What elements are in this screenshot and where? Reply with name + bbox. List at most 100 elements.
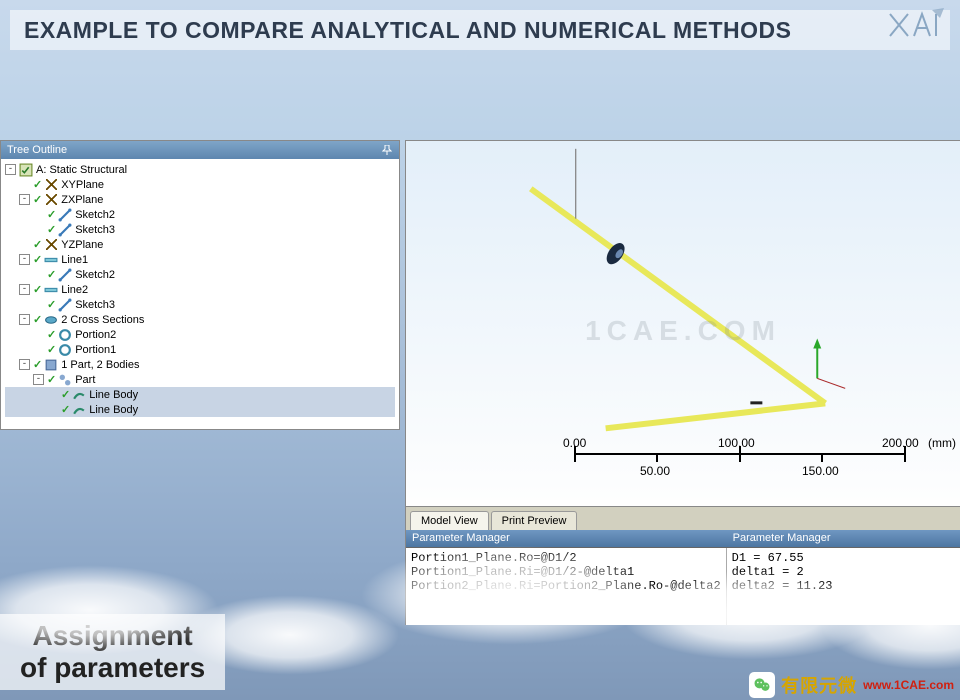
tree-item-cross-sections[interactable]: - ✓ 2 Cross Sections [5,312,395,327]
sketch-icon [58,268,72,281]
plane-icon [44,238,58,251]
tree-item-portion1[interactable]: ✓ Portion1 [5,342,395,357]
tree-outline-body[interactable]: - A: Static Structural ✓ XYPlane - ✓ ZXP… [1,159,399,429]
sketch-icon [58,223,72,236]
3d-viewport[interactable]: 1CAE.COM 0.00 100.00 200.00 (mm) 50.00 1… [405,140,960,506]
tree-label: A: Static Structural [36,164,127,176]
footer-url: www.1CAE.com [863,678,954,692]
check-icon: ✓ [47,268,56,281]
sketch-icon [58,298,72,311]
tree-label: Part [75,374,95,386]
portion-icon [58,343,72,356]
tree-label: Line Body [89,404,138,416]
parameter-manager-body-left[interactable]: Portion1_Plane.Ro=@D1/2 Portion1_Plane.R… [406,548,727,625]
check-icon: ✓ [33,283,42,296]
parameter-manager-left: Parameter Manager Portion1_Plane.Ro=@D1/… [406,530,727,625]
expander-icon[interactable]: - [19,314,30,325]
sketch-icon [58,208,72,221]
tree-item-yzplane[interactable]: ✓ YZPlane [5,237,395,252]
check-icon: ✓ [33,193,42,206]
tree-item-portion2[interactable]: ✓ Portion2 [5,327,395,342]
parameter-manager-row: Parameter Manager Portion1_Plane.Ro=@D1/… [405,530,960,625]
tree-label: Line1 [61,254,88,266]
tree-outline-panel: Tree Outline - A: Static Structural ✓ XY… [0,140,400,430]
cross-section-icon [44,313,58,326]
caption-line1: Assignment [20,620,205,652]
scale-tick: 50.00 [640,464,670,478]
viewport-tabstrip: Model View Print Preview [405,506,960,530]
check-icon: ✓ [47,208,56,221]
expander-icon[interactable]: - [19,194,30,205]
check-icon: ✓ [47,373,56,386]
check-icon: ✓ [61,403,70,416]
part-icon [44,358,58,371]
check-icon: ✓ [33,253,42,266]
part-icon [58,373,72,386]
check-icon: ✓ [47,298,56,311]
tree-item-linebody-1[interactable]: ✓ Line Body [5,387,395,402]
check-icon: ✓ [33,178,42,191]
expander-icon[interactable]: - [19,359,30,370]
tree-label: Line2 [61,284,88,296]
pin-icon[interactable] [381,144,393,156]
scale-unit: (mm) [928,436,956,450]
scale-bar: 0.00 100.00 200.00 (mm) 50.00 150.00 [560,436,930,486]
parameter-manager-body-right[interactable]: D1 = 67.55 delta1 = 2 delta2 = 11.23 [727,548,960,625]
body-icon [72,388,86,401]
tree-item-xyplane[interactable]: ✓ XYPlane [5,177,395,192]
check-icon: ✓ [33,358,42,371]
portion-icon [58,328,72,341]
slide-caption: Assignment of parameters [0,614,225,690]
tree-item-line2-sketch[interactable]: ✓ Sketch3 [5,297,395,312]
tree-label: 1 Part, 2 Bodies [61,359,139,371]
slide-title-banner: EXAMPLE TO COMPARE ANALYTICAL AND NUMERI… [10,10,950,50]
structural-icon [19,163,33,176]
check-icon: ✓ [61,388,70,401]
parameter-manager-header: Parameter Manager [727,530,960,548]
plane-icon [44,178,58,191]
tree-label: Sketch2 [75,269,115,281]
tree-item-line2[interactable]: - ✓ Line2 [5,282,395,297]
tree-outline-header: Tree Outline [1,141,399,159]
logo-xai [886,6,946,44]
wechat-icon [749,672,775,698]
check-icon: ✓ [47,328,56,341]
body-icon [72,403,86,416]
expander-icon[interactable]: - [33,374,44,385]
tree-label: Portion2 [75,329,116,341]
tree-item-zxplane[interactable]: - ✓ ZXPlane [5,192,395,207]
tree-label: XYPlane [61,179,104,191]
tab-model-view[interactable]: Model View [410,511,489,530]
check-icon: ✓ [33,313,42,326]
parameter-manager-right: Parameter Manager D1 = 67.55 delta1 = 2 … [727,530,960,625]
caption-line2: of parameters [20,652,205,684]
tree-label: YZPlane [61,239,103,251]
tree-item-part-bodies[interactable]: - ✓ 1 Part, 2 Bodies [5,357,395,372]
tree-label: Sketch3 [75,224,115,236]
tree-item-line1[interactable]: - ✓ Line1 [5,252,395,267]
tree-label: 2 Cross Sections [61,314,144,326]
check-icon: ✓ [47,343,56,356]
tree-item-linebody-2[interactable]: ✓ Line Body [5,402,395,417]
tree-item-partnode[interactable]: - ✓ Part [5,372,395,387]
tree-item-root[interactable]: - A: Static Structural [5,162,395,177]
right-area: 1CAE.COM 0.00 100.00 200.00 (mm) 50.00 1… [405,140,960,625]
expander-icon[interactable]: - [19,284,30,295]
footer-watermark: 有限元微 www.1CAE.com [749,672,954,698]
line-icon [44,253,58,266]
tree-label: Sketch3 [75,299,115,311]
expander-icon[interactable]: - [19,254,30,265]
plane-icon [44,193,58,206]
scale-tick: 200.00 [882,436,919,450]
line-icon [44,283,58,296]
tree-label: Line Body [89,389,138,401]
slide-title: EXAMPLE TO COMPARE ANALYTICAL AND NUMERI… [24,17,792,44]
tree-item-sketch2[interactable]: ✓ Sketch2 [5,207,395,222]
expander-icon[interactable]: - [5,164,16,175]
tree-item-sketch3[interactable]: ✓ Sketch3 [5,222,395,237]
tree-item-line1-sketch[interactable]: ✓ Sketch2 [5,267,395,282]
tab-print-preview[interactable]: Print Preview [491,511,578,530]
tree-label: Sketch2 [75,209,115,221]
scale-tick: 150.00 [802,464,839,478]
scale-tick: 0.00 [563,436,586,450]
